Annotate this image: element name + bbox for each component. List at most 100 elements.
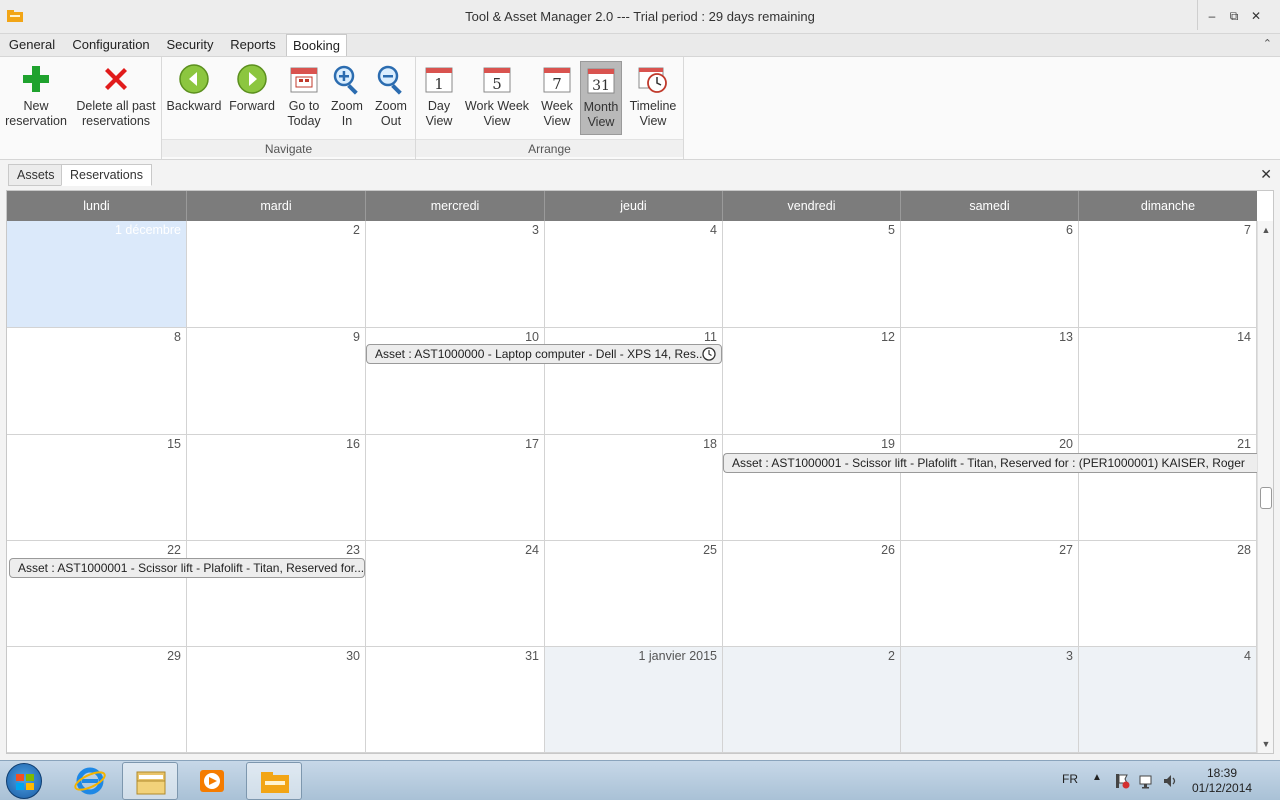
taskbar-media-player[interactable] [184,762,240,800]
calendar-day-cell[interactable]: 30 [187,647,366,753]
calendar-day-cell[interactable]: 17 [366,435,545,541]
menu-configuration[interactable]: Configuration [66,34,156,56]
taskbar-internet-explorer[interactable] [62,762,118,800]
reservation-event[interactable]: Asset : AST1000001 - Scissor lift - Plaf… [9,558,365,578]
taskbar-tool-asset-manager[interactable] [246,762,302,800]
day-number: 2 [353,223,360,237]
reservation-event-text: Asset : AST1000001 - Scissor lift - Plaf… [732,456,1245,470]
internet-explorer-icon [74,767,106,795]
volume-icon[interactable] [1162,773,1178,789]
calendar-day-cell[interactable]: 14 [1079,328,1257,435]
timeline-view-label: Timeline View [629,99,677,128]
calendar-day-cell[interactable]: 20 [901,435,1079,541]
day-number: 4 [710,223,717,237]
zoom-out-button[interactable]: Zoom Out [370,61,412,135]
day-number: 3 [1066,649,1073,663]
calendar-day-cell[interactable]: 29 [7,647,187,753]
timeline-view-button[interactable]: Timeline View [626,61,680,135]
calendar-scrollbar[interactable]: ▲ ▼ [1257,221,1273,753]
month-view-button[interactable]: 31 Month View [580,61,622,135]
calendar-day-cell[interactable]: 25 [545,541,723,647]
calendar-day-cell[interactable]: 15 [7,435,187,541]
reservation-event[interactable]: Asset : AST1000000 - Laptop computer - D… [366,344,722,364]
week-view-button[interactable]: 7 Week View [536,61,578,135]
close-window-button[interactable]: ✕ [1245,5,1267,27]
calendar-day-cell[interactable]: 1 janvier 2015 [545,647,723,753]
arrow-left-icon [179,64,209,94]
calendar-day-cell[interactable]: 27 [901,541,1079,647]
reservation-event[interactable]: Asset : AST1000001 - Scissor lift - Plaf… [723,453,1257,473]
day-number: 15 [167,437,181,451]
calendar-day-cell[interactable]: 4 [1079,647,1257,753]
day-number: 28 [1237,543,1251,557]
work-week-icon-number: 5 [492,75,502,93]
start-button[interactable] [6,763,42,799]
clock-date: 01/12/2014 [1192,781,1253,795]
work-week-view-button[interactable]: 5 Work Week View [462,61,532,135]
week-icon-number: 7 [552,75,562,93]
tray-expand-icon[interactable]: ▲ [1092,772,1102,783]
collapse-ribbon-button[interactable]: ⌃ [1263,37,1272,50]
language-indicator[interactable]: FR [1062,772,1078,786]
calendar-day-cell[interactable]: 22 [7,541,187,647]
media-player-icon [200,770,224,792]
calendar-day-cell[interactable]: 26 [723,541,901,647]
dayname-thursday: jeudi [545,191,723,221]
calendar-day-cell[interactable]: 6 [901,221,1079,328]
taskbar-file-explorer[interactable] [122,762,178,800]
scroll-up-icon[interactable]: ▲ [1258,223,1274,237]
calendar-day-cell[interactable]: 5 [723,221,901,328]
action-center-icon[interactable] [1114,773,1130,789]
new-reservation-button[interactable]: New reservation [2,61,70,135]
day-view-button[interactable]: 1 Day View [420,61,458,135]
go-to-today-button[interactable]: Go to Today [282,61,326,135]
scroll-thumb[interactable] [1260,487,1272,509]
minimize-button[interactable]: – [1201,5,1223,27]
arrow-right-icon [237,64,267,94]
tab-assets[interactable]: Assets [8,164,64,186]
calendar-day-cell[interactable]: 3 [901,647,1079,753]
restore-button[interactable]: ⧉ [1223,5,1245,27]
calendar-day-cell[interactable]: 23 [187,541,366,647]
calendar-day-cell[interactable]: 13 [901,328,1079,435]
calendar-day-cell[interactable]: 4 [545,221,723,328]
calendar-day-cell[interactable]: 7 [1079,221,1257,328]
clock-time: 18:39 [1206,766,1238,780]
calendar-day-cell[interactable]: 8 [7,328,187,435]
go-to-today-label: Go to Today [287,99,321,128]
close-tab-icon[interactable]: ✕ [1260,166,1272,183]
menu-bar: General Configuration Security Reports B… [0,34,1280,57]
menu-general[interactable]: General [4,34,60,56]
calendar-day-cell[interactable]: 18 [545,435,723,541]
calendar-day-cell[interactable]: 12 [723,328,901,435]
network-icon[interactable] [1138,773,1154,789]
day-view-icon-number: 1 [434,75,444,93]
calendar-day-cell[interactable]: 21 [1079,435,1257,541]
menu-booking[interactable]: Booking [286,34,347,57]
menu-reports[interactable]: Reports [225,34,281,56]
calendar-day-cell[interactable]: 1 décembre [7,221,187,328]
calendar-day-cell[interactable]: 9 [187,328,366,435]
menu-security[interactable]: Security [162,34,218,56]
calendar-day-cell[interactable]: 24 [366,541,545,647]
calendar-day-cell[interactable]: 2 [187,221,366,328]
tab-reservations[interactable]: Reservations [61,164,152,186]
timeline-clock-icon [638,67,667,93]
backward-button[interactable]: Backward [166,61,222,135]
delete-past-reservations-button[interactable]: Delete all past reservations [72,61,160,135]
calendar-day-cell[interactable]: 2 [723,647,901,753]
scroll-down-icon[interactable]: ▼ [1258,737,1274,751]
forward-label: Forward [229,99,275,113]
calendar-day-cell[interactable]: 3 [366,221,545,328]
system-clock[interactable]: 18:39 01/12/2014 [1192,766,1252,796]
dayname-wednesday: mercredi [366,191,545,221]
calendar-day-cell[interactable]: 19 [723,435,901,541]
forward-button[interactable]: Forward [224,61,280,135]
plus-icon [23,66,49,92]
day-number: 9 [353,330,360,344]
calendar-day-cell[interactable]: 28 [1079,541,1257,647]
zoom-in-button[interactable]: Zoom In [326,61,368,135]
calendar-day-cell[interactable]: 31 [366,647,545,753]
calendar-day-cell[interactable]: 16 [187,435,366,541]
window-title: Tool & Asset Manager 2.0 --- Trial perio… [465,9,815,24]
